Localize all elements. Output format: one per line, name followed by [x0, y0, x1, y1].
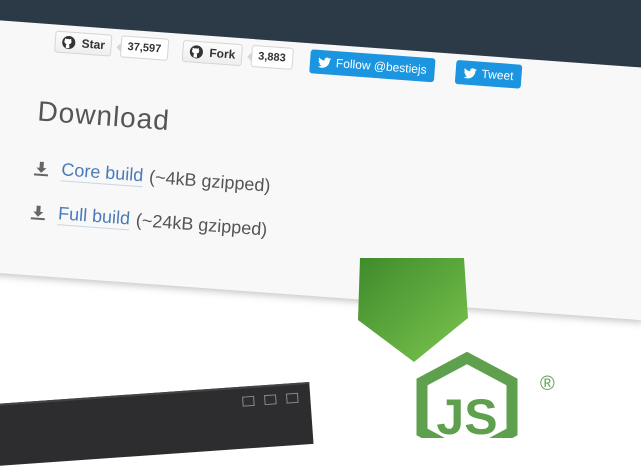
dark-editor-window	[0, 381, 314, 467]
registered-mark: ®	[540, 373, 555, 395]
toolbar-icon[interactable]	[242, 395, 255, 407]
toolbar-icon[interactable]	[285, 392, 299, 404]
github-icon	[61, 35, 76, 50]
twitter-bird-icon	[317, 56, 332, 68]
twitter-bird-icon	[463, 67, 477, 79]
core-build-link[interactable]: Core build	[60, 159, 145, 188]
github-fork-count[interactable]: 3,883	[250, 44, 294, 70]
download-icon	[33, 160, 50, 177]
github-fork-label: Fork	[208, 45, 236, 62]
nodejs-logo-text: JS	[436, 389, 497, 438]
twitter-follow-label: Follow @bestiejs	[335, 56, 428, 77]
node-hexagon-top	[358, 258, 468, 362]
full-build-row: Full build (~24kB gzipped)	[29, 201, 268, 240]
twitter-tweet-label: Tweet	[481, 66, 515, 84]
toolbar-icon[interactable]	[264, 394, 277, 406]
nodejs-logo: JS ®	[352, 258, 582, 463]
twitter-follow-button[interactable]: Follow @bestiejs	[309, 49, 436, 83]
github-icon	[189, 44, 204, 59]
github-star-button[interactable]: Star	[53, 30, 113, 57]
core-build-size: (~4kB gzipped)	[148, 166, 272, 196]
core-build-row: Core build (~4kB gzipped)	[33, 157, 272, 196]
github-fork-button[interactable]: Fork	[181, 39, 244, 67]
twitter-tweet-button[interactable]: Tweet	[454, 59, 523, 89]
download-icon	[30, 204, 47, 221]
full-build-size: (~24kB gzipped)	[135, 209, 269, 240]
full-build-link[interactable]: Full build	[57, 203, 131, 231]
github-star-label: Star	[81, 36, 106, 53]
node-hexagon-js: JS	[416, 351, 518, 463]
download-heading: Download	[36, 95, 171, 137]
github-star-count[interactable]: 37,597	[119, 35, 169, 61]
